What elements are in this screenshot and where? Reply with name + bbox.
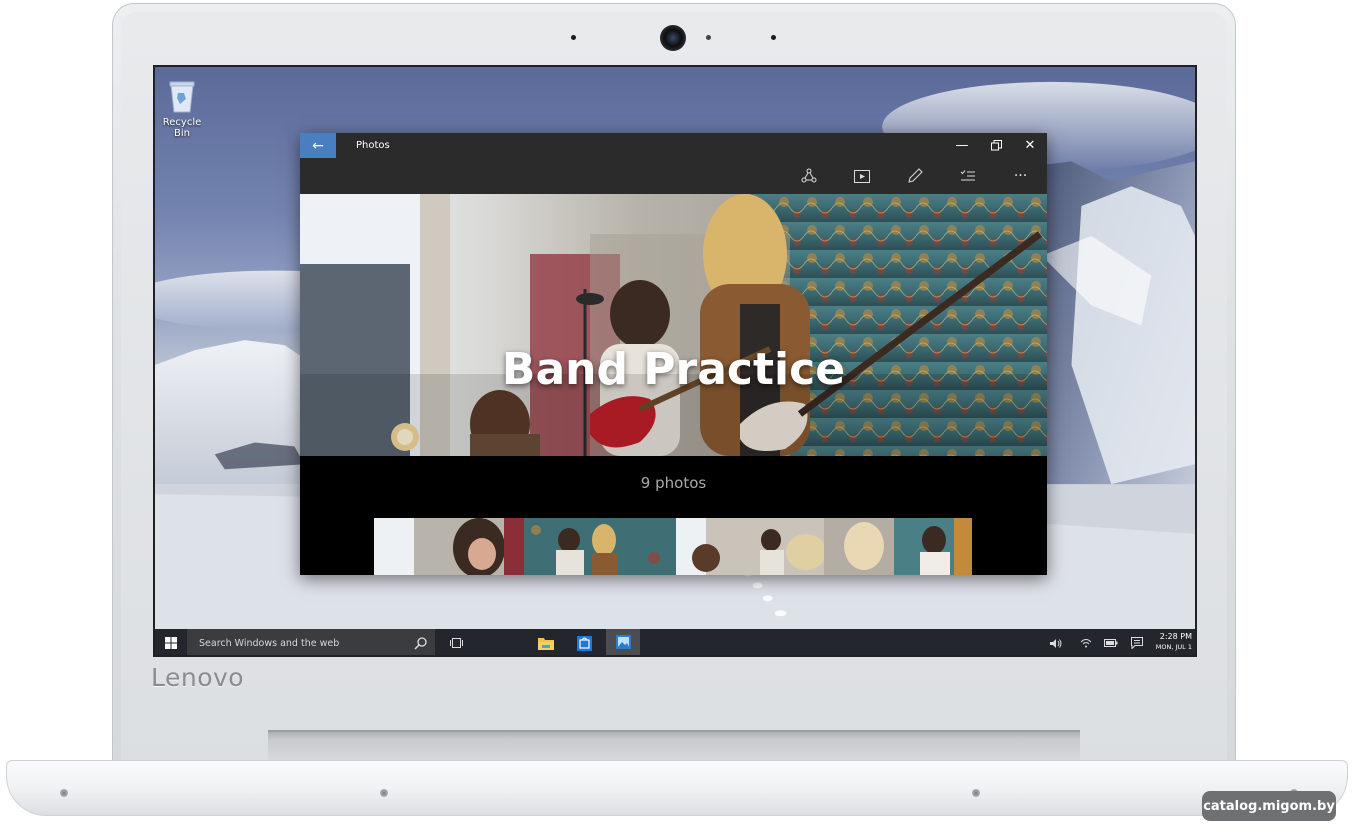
recycle-bin[interactable]: Recycle Bin (157, 79, 207, 139)
screw (60, 789, 68, 797)
album-hero-photo[interactable]: Band Practice (300, 194, 1047, 456)
select-icon (960, 170, 975, 181)
thumbnail[interactable] (676, 518, 824, 575)
clock[interactable]: 2:28 PM MON, JUL 1 (1152, 632, 1192, 652)
restore-icon (990, 140, 1002, 151)
photos-icon (615, 635, 631, 649)
battery-icon (1104, 639, 1118, 647)
clock-time: 2:28 PM (1159, 632, 1192, 641)
close-button[interactable]: ✕ (1013, 133, 1047, 158)
webcam (660, 25, 686, 51)
windows-logo-icon (165, 637, 177, 649)
slideshow-icon (853, 169, 870, 183)
tray-action-center[interactable] (1125, 629, 1149, 655)
photos-window[interactable]: ← Photos — ✕ ··· Band Practice 9 photos (300, 133, 1047, 575)
restore-button[interactable] (979, 133, 1013, 158)
band-photo-illustration (300, 194, 1047, 456)
more-button[interactable]: ··· (994, 158, 1047, 194)
screw (972, 789, 980, 797)
slideshow-button[interactable] (835, 158, 888, 194)
tray-battery[interactable] (1099, 629, 1123, 655)
screw (380, 789, 388, 797)
action-center-icon (1131, 637, 1143, 649)
sensor-dot-right (771, 35, 776, 40)
task-view-icon (449, 638, 463, 648)
laptop-screen: Recycle Bin ← Photos — ✕ ··· Band Practi… (153, 65, 1197, 657)
taskbar-file-explorer[interactable] (531, 629, 561, 655)
minimize-button[interactable]: — (945, 133, 979, 158)
file-explorer-icon (538, 638, 554, 650)
tray-wifi[interactable] (1075, 629, 1097, 655)
window-titlebar[interactable]: ← Photos — ✕ (300, 133, 1047, 158)
back-button[interactable]: ← (300, 133, 336, 158)
search-input[interactable]: Search Windows and the web (187, 629, 435, 655)
start-button[interactable] (155, 629, 187, 655)
recycle-bin-icon (168, 79, 196, 113)
album-title: Band Practice (501, 344, 846, 395)
select-button[interactable] (941, 158, 994, 194)
thumbnail-strip (374, 518, 972, 575)
share-button[interactable] (782, 158, 835, 194)
wifi-icon (1080, 639, 1092, 648)
thumbnail[interactable] (374, 518, 524, 575)
close-icon: ✕ (1024, 138, 1036, 153)
recycle-bin-label: Recycle Bin (162, 117, 202, 139)
tray-volume[interactable] (1045, 629, 1067, 655)
taskbar: Search Windows and the web 2:28 PM MON, … (155, 629, 1195, 655)
app-toolbar: ··· (300, 158, 1047, 194)
sensor-dot-left (571, 35, 576, 40)
thumbnail[interactable] (524, 518, 676, 575)
task-view-button[interactable] (441, 629, 471, 655)
taskbar-photos[interactable] (606, 629, 640, 655)
search-placeholder: Search Windows and the web (199, 637, 340, 649)
watermark: catalog.migom.by (1202, 791, 1336, 821)
minimize-icon: — (955, 138, 969, 153)
volume-icon (1050, 638, 1062, 648)
window-title: Photos (356, 140, 390, 151)
thumbnail[interactable] (824, 518, 972, 575)
laptop-base (6, 760, 1348, 816)
store-icon (576, 635, 592, 651)
sensor-dot-mid (706, 35, 711, 40)
clock-date: MON, JUL 1 (1155, 643, 1192, 651)
share-icon (801, 168, 816, 183)
brand-logo: Lenovo (151, 663, 245, 692)
photo-count: 9 photos (640, 474, 707, 492)
taskbar-store[interactable] (569, 629, 599, 655)
caption-buttons: — ✕ (945, 133, 1047, 158)
edit-button[interactable] (888, 158, 941, 194)
more-icon: ··· (1013, 168, 1028, 184)
edit-icon (907, 168, 923, 183)
hinge (268, 730, 1080, 762)
arrow-left-icon: ← (312, 137, 324, 154)
search-icon (414, 637, 427, 650)
